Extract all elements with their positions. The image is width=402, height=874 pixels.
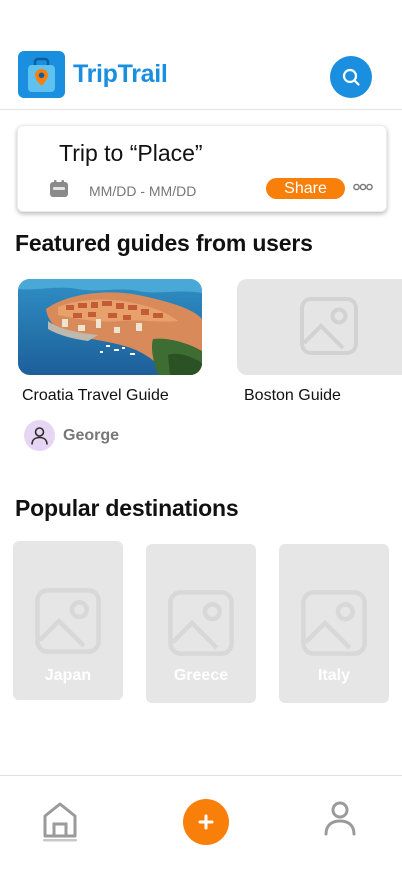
guide-image-croatia[interactable] bbox=[18, 279, 202, 375]
plus-icon bbox=[198, 814, 214, 830]
add-button[interactable] bbox=[183, 799, 229, 845]
home-icon[interactable] bbox=[40, 800, 80, 842]
guide-image-boston[interactable] bbox=[237, 279, 402, 375]
search-button[interactable] bbox=[330, 56, 372, 98]
destination-card-italy[interactable]: Italy bbox=[279, 544, 389, 703]
image-placeholder-icon bbox=[35, 588, 101, 654]
app-title: TripTrail bbox=[73, 60, 168, 88]
travel-bag-pin-icon bbox=[28, 57, 55, 92]
dubrovnik-coastline-photo bbox=[18, 279, 202, 375]
trip-card[interactable]: Trip to “Place” MM/DD - MM/DD Share bbox=[17, 125, 387, 212]
app-logo[interactable] bbox=[18, 51, 65, 98]
more-options-icon[interactable] bbox=[353, 183, 373, 191]
search-icon bbox=[342, 68, 360, 86]
image-placeholder-icon bbox=[300, 297, 358, 355]
profile-icon[interactable] bbox=[322, 800, 358, 836]
destination-label: Italy bbox=[317, 667, 350, 684]
image-placeholder-icon bbox=[168, 590, 234, 656]
guide-label-croatia[interactable]: Croatia Travel Guide bbox=[22, 387, 169, 405]
destination-label: Greece bbox=[173, 667, 229, 684]
destinations-section-title: Popular destinations bbox=[15, 495, 239, 521]
avatar[interactable] bbox=[24, 420, 55, 451]
destination-card-greece[interactable]: Greece bbox=[146, 544, 256, 703]
destination-card-japan[interactable]: Japan bbox=[13, 541, 123, 700]
share-button[interactable]: Share bbox=[266, 178, 345, 199]
destination-label: Japan bbox=[44, 667, 92, 684]
bottom-navigation bbox=[0, 775, 402, 874]
guide-author-name[interactable]: George bbox=[63, 427, 119, 445]
calendar-icon bbox=[50, 180, 68, 197]
user-icon bbox=[31, 427, 48, 445]
trip-dates[interactable]: MM/DD - MM/DD bbox=[89, 183, 196, 199]
image-placeholder-icon bbox=[301, 590, 367, 656]
trip-title[interactable]: Trip to “Place” bbox=[59, 140, 203, 167]
app-header: TripTrail bbox=[0, 0, 402, 110]
featured-section-title: Featured guides from users bbox=[15, 230, 313, 256]
guide-label-boston[interactable]: Boston Guide bbox=[244, 387, 341, 405]
